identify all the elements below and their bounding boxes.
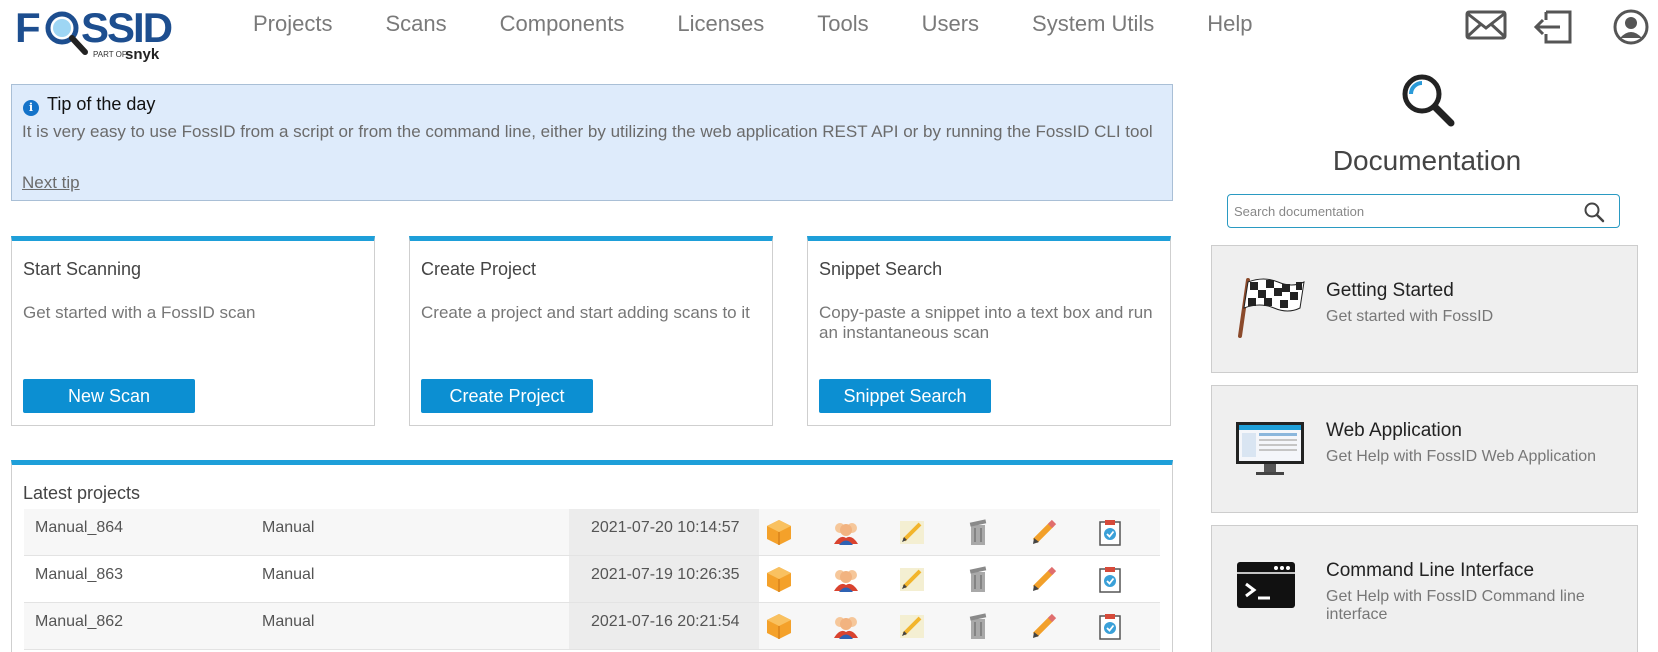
note-edit-icon[interactable] (898, 565, 926, 593)
project-name[interactable]: Manual_864 (35, 519, 123, 537)
card-title: Snippet Search (819, 259, 943, 279)
tip-title: Tip of the day (47, 94, 156, 114)
doc-web-application[interactable]: Web Application Get Help with FossID Web… (1211, 385, 1638, 513)
nav-help[interactable]: Help (1207, 10, 1252, 40)
users-icon[interactable] (832, 518, 860, 546)
trash-icon[interactable] (964, 518, 992, 546)
project-type: Manual (262, 519, 315, 536)
project-date: 2021-07-16 20:21:54 (569, 603, 759, 649)
package-icon[interactable] (765, 518, 793, 546)
users-icon[interactable] (832, 565, 860, 593)
next-tip-link[interactable]: Next tip (22, 173, 80, 193)
snippet-search-card: Snippet Search Copy-paste a snippet into… (807, 236, 1171, 426)
card-description: Get started with a FossID scan (23, 303, 256, 322)
documentation-search-input[interactable] (1234, 199, 1574, 223)
main-nav: Projects Scans Components Licenses Tools… (253, 10, 1253, 40)
nav-licenses[interactable]: Licenses (677, 10, 764, 40)
doc-command-line-interface[interactable]: Command Line Interface Get Help with Fos… (1211, 525, 1638, 652)
package-icon[interactable] (765, 565, 793, 593)
clipboard-report-icon[interactable] (1096, 565, 1124, 593)
documentation-title: Documentation (1332, 145, 1522, 176)
latest-projects-title: Latest projects (23, 483, 141, 503)
card-description: Create a project and start adding scans … (421, 303, 750, 322)
pencil-icon[interactable] (1030, 612, 1058, 640)
tip-text: It is very easy to use FossID from a scr… (22, 122, 1153, 141)
project-name[interactable]: Manual_863 (35, 566, 123, 584)
svg-text:SSID: SSID (81, 6, 172, 51)
snippet-search-button[interactable]: Snippet Search (819, 379, 991, 413)
note-edit-icon[interactable] (898, 612, 926, 640)
table-row[interactable]: Manual_864 Manual 2021-07-20 10:14:57 (24, 509, 1160, 556)
doc-item-subtitle: Get Help with FossID Web Application (1326, 448, 1597, 465)
package-icon[interactable] (765, 612, 793, 640)
card-description: Copy-paste a snippet into a text box and… (819, 303, 1153, 342)
logo-part-of: PART OF (93, 50, 127, 59)
create-project-button[interactable]: Create Project (421, 379, 593, 413)
project-date: 2021-07-19 10:26:35 (569, 556, 759, 602)
project-type: Manual (262, 566, 315, 583)
logo-snyk: snyk (125, 46, 160, 63)
nav-tools[interactable]: Tools (817, 10, 868, 40)
create-project-card: Create Project Create a project and star… (409, 236, 773, 426)
start-scanning-card: Start Scanning Get started with a FossID… (11, 236, 375, 426)
card-title: Create Project (421, 259, 537, 279)
doc-getting-started[interactable]: Getting Started Get started with FossID (1211, 245, 1638, 373)
project-name[interactable]: Manual_862 (35, 613, 123, 631)
monitor-icon (1234, 414, 1306, 480)
doc-item-title: Command Line Interface (1326, 560, 1535, 581)
users-icon[interactable] (832, 612, 860, 640)
doc-item-subtitle: Get started with FossID (1326, 308, 1494, 325)
documentation-search (1227, 194, 1620, 228)
svg-text:F: F (15, 6, 41, 51)
nav-users[interactable]: Users (922, 10, 979, 40)
project-date: 2021-07-20 10:14:57 (569, 509, 759, 555)
magnifier-icon (1398, 70, 1456, 128)
new-scan-button[interactable]: New Scan (23, 379, 195, 413)
doc-item-title: Web Application (1326, 420, 1462, 441)
clipboard-report-icon[interactable] (1096, 518, 1124, 546)
user-icon[interactable] (1612, 8, 1652, 45)
nav-system-utils[interactable]: System Utils (1032, 10, 1154, 40)
project-type: Manual (262, 613, 315, 630)
search-icon[interactable] (1583, 201, 1605, 223)
doc-item-title: Getting Started (1326, 280, 1454, 301)
tip-of-the-day: i Tip of the day It is very easy to use … (11, 84, 1173, 201)
info-icon: i (23, 100, 39, 116)
terminal-icon (1234, 554, 1306, 620)
note-edit-icon[interactable] (898, 518, 926, 546)
trash-icon[interactable] (964, 612, 992, 640)
nav-scans[interactable]: Scans (385, 10, 446, 40)
latest-projects-panel: Latest projects Manual_864 Manual 2021-0… (11, 460, 1173, 652)
pencil-icon[interactable] (1030, 565, 1058, 593)
trash-icon[interactable] (964, 565, 992, 593)
table-row[interactable]: Manual_862 Manual 2021-07-16 20:21:54 (24, 603, 1160, 650)
logout-icon[interactable] (1532, 8, 1572, 44)
clipboard-report-icon[interactable] (1096, 612, 1124, 640)
card-title: Start Scanning (23, 259, 142, 279)
pencil-icon[interactable] (1030, 518, 1058, 546)
checkered-flag-icon (1234, 274, 1306, 340)
table-row[interactable]: Manual_863 Manual 2021-07-19 10:26:35 (24, 556, 1160, 603)
doc-item-subtitle: Get Help with FossID Command line interf… (1326, 588, 1585, 623)
fossid-logo[interactable]: F SSID PART OF snyk (15, 6, 175, 63)
mail-icon[interactable] (1465, 8, 1507, 44)
nav-projects[interactable]: Projects (253, 10, 332, 40)
nav-components[interactable]: Components (500, 10, 625, 40)
